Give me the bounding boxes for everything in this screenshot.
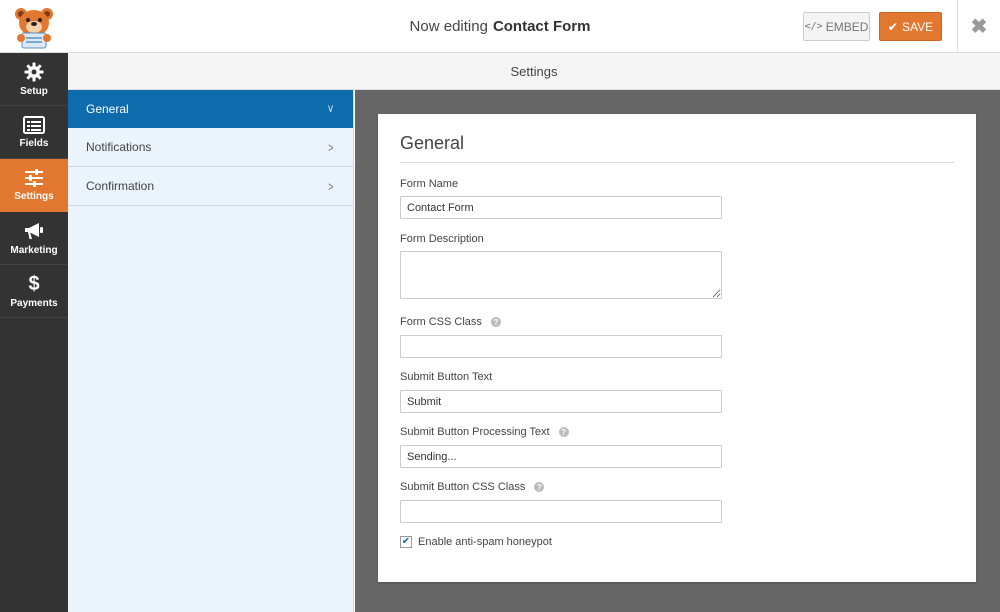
dollar-icon: $ [28, 272, 40, 295]
nav-item-label: Marketing [10, 244, 58, 256]
honeypot-label: Enable anti-spam honeypot [418, 536, 552, 548]
sidebar-item-label: Confirmation [86, 179, 155, 193]
sidebar-item-label: General [86, 101, 129, 116]
section-title: General [400, 133, 465, 153]
nav-item-label: Setup [20, 85, 48, 97]
help-icon[interactable]: ? [534, 482, 545, 492]
chevron-down-icon: > [325, 104, 337, 113]
settings-header: Settings [68, 53, 1000, 90]
megaphone-icon [25, 222, 43, 239]
form-description-label: Form Description [400, 233, 484, 245]
honeypot-checkbox[interactable]: ✔ [400, 536, 412, 548]
form-css-class-label-text: Form CSS Class [400, 316, 482, 328]
save-button-label: SAVE [901, 19, 934, 34]
nav-item-setup[interactable]: Setup [0, 53, 68, 106]
nav-item-payments[interactable]: $ Payments [0, 265, 68, 318]
general-settings-card: General Form Name Form Description Form … [378, 114, 976, 582]
nav-item-label: Fields [19, 137, 49, 149]
nav-item-label: Payments [10, 297, 58, 309]
checkmark-icon: ✔ [887, 19, 898, 34]
sidebar-item-confirmation[interactable]: Confirmation > [68, 167, 353, 206]
sidebar-item-label: Notifications [86, 140, 152, 154]
submit-processing-text-input[interactable] [400, 445, 722, 468]
code-icon: </> [804, 21, 823, 32]
sidebar-item-notifications[interactable]: Notifications > [68, 128, 353, 167]
form-name-label-text: Form Name [400, 178, 459, 190]
submit-button-css-class-label-text: Submit Button CSS Class [400, 481, 526, 493]
list-icon [23, 115, 45, 134]
submit-button-css-class-input[interactable] [400, 500, 722, 523]
form-css-class-input[interactable] [400, 335, 722, 358]
submit-button-text-label: Submit Button Text [400, 371, 492, 383]
sidebar-item-general[interactable]: General > [68, 90, 353, 128]
nav-item-settings[interactable]: Settings [0, 159, 68, 212]
nav-item-marketing[interactable]: Marketing [0, 212, 68, 265]
submit-button-text-input[interactable] [400, 390, 722, 413]
form-name-label: Form Name [400, 178, 458, 190]
page-title-prefix: Now editing [409, 18, 488, 35]
left-navigation: Setup Fields Settings Marketing $ Paymen… [0, 53, 68, 612]
chevron-right-icon: > [328, 139, 334, 155]
close-icon: ✖ [970, 16, 988, 38]
form-name-input[interactable] [400, 196, 722, 219]
embed-button-label: EMBED [825, 19, 869, 34]
close-button[interactable]: ✖ [957, 0, 1000, 53]
form-name-title: Contact Form [492, 18, 591, 35]
settings-header-title: Settings [510, 64, 558, 79]
top-bar: Now editing Contact Form </> EMBED ✔ SAVE… [0, 0, 1000, 53]
submit-processing-text-label-text: Submit Button Processing Text [400, 426, 550, 438]
section-divider [400, 162, 954, 163]
embed-button[interactable]: </> EMBED [803, 12, 870, 41]
content-area: General Form Name Form Description Form … [355, 90, 1000, 612]
save-button[interactable]: ✔ SAVE [879, 12, 942, 41]
gear-icon [24, 62, 44, 81]
sliders-icon [25, 168, 43, 187]
chevron-right-icon: > [328, 178, 334, 194]
submit-button-css-class-label: Submit Button CSS Class ? [400, 481, 545, 493]
settings-sidebar: General > Notifications > Confirmation > [68, 90, 354, 612]
nav-item-fields[interactable]: Fields [0, 106, 68, 159]
form-css-class-label: Form CSS Class ? [400, 316, 501, 328]
form-description-textarea[interactable] [400, 251, 722, 299]
nav-item-label: Settings [14, 190, 54, 202]
submit-processing-text-label: Submit Button Processing Text ? [400, 426, 569, 438]
honeypot-row: ✔ Enable anti-spam honeypot [400, 536, 552, 548]
help-icon[interactable]: ? [558, 427, 569, 437]
submit-button-text-label-text: Submit Button Text [400, 371, 493, 383]
form-description-label-text: Form Description [400, 233, 484, 245]
help-icon[interactable]: ? [490, 317, 501, 327]
